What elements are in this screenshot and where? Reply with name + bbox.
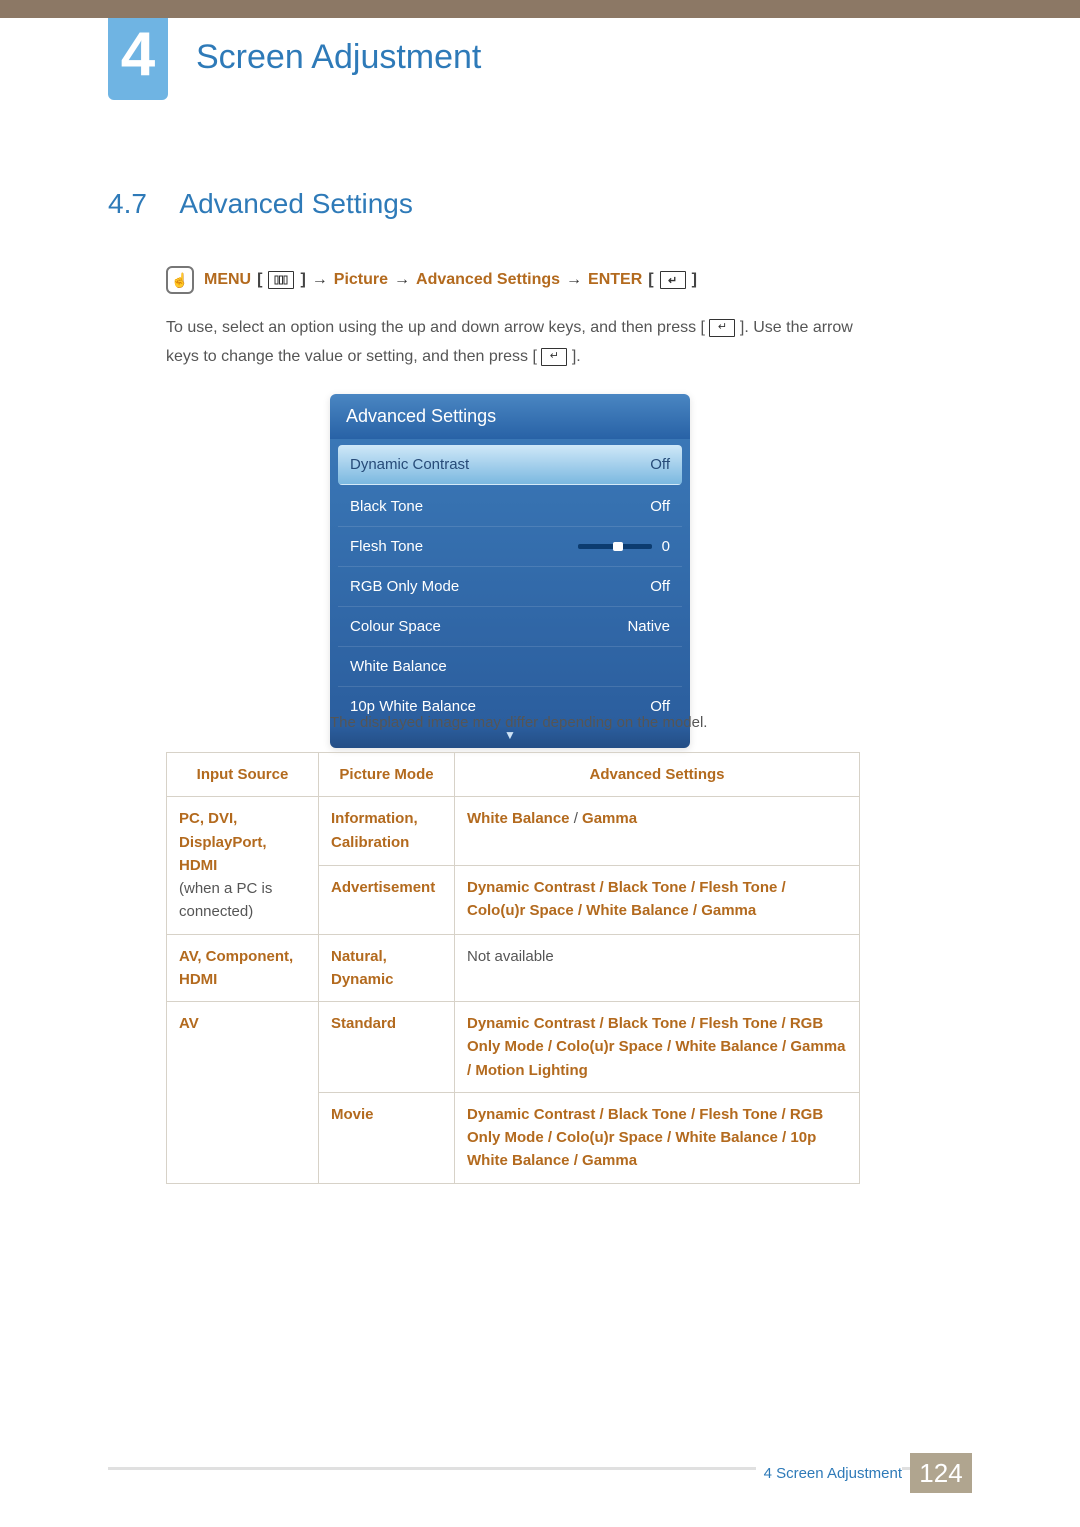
osd-row-value: 0	[662, 538, 670, 555]
slider-icon[interactable]	[578, 544, 652, 549]
pm: Advertisement	[331, 879, 435, 896]
cell-advanced: Not available	[455, 934, 860, 1002]
section-heading: 4.7 Advanced Settings	[108, 188, 413, 220]
th-picture-mode: Picture Mode	[319, 753, 455, 797]
adv-na: Not available	[467, 948, 554, 965]
cell-input-source-pc: PC, DVI, DisplayPort, HDMI (when a PC is…	[167, 797, 319, 934]
instruction-part3: ].	[572, 348, 581, 365]
osd-row-value: Native	[627, 618, 670, 635]
osd-title: Advanced Settings	[330, 394, 690, 439]
table-header-row: Input Source Picture Mode Advanced Setti…	[167, 753, 860, 797]
crumb-picture: Picture	[334, 271, 388, 289]
instruction-text: To use, select an option using the up an…	[166, 314, 860, 372]
cell-input-source-av-comp: AV, Component, HDMI	[167, 934, 319, 1002]
osd-row-value: Off	[650, 456, 670, 473]
arrow-icon: →	[394, 271, 410, 289]
arrow-icon: →	[312, 271, 328, 289]
pm: Information, Calibration	[331, 810, 418, 850]
settings-table: Input Source Picture Mode Advanced Setti…	[166, 752, 860, 1184]
osd-row-black-tone[interactable]: Black Tone Off	[338, 487, 682, 527]
cell-input-source-av: AV	[167, 1002, 319, 1184]
separator: /	[570, 810, 583, 827]
crumb-advanced: Advanced Settings	[416, 271, 560, 289]
top-brown-bar	[0, 0, 1080, 18]
breadcrumb: ☝ MENU [ ] → Picture → Advanced Settings…	[166, 266, 697, 294]
enter-icon: ↵	[541, 348, 567, 366]
bracket-open: [	[257, 271, 262, 289]
table-row: PC, DVI, DisplayPort, HDMI (when a PC is…	[167, 797, 860, 866]
page-number-badge: 124	[910, 1453, 972, 1493]
pm: Movie	[331, 1106, 374, 1123]
src-orange: PC, DVI, DisplayPort, HDMI	[179, 810, 267, 874]
th-advanced-settings: Advanced Settings	[455, 753, 860, 797]
table-row: AV Standard Dynamic Contrast / Black Ton…	[167, 1002, 860, 1093]
table-row: AV, Component, HDMI Natural, Dynamic Not…	[167, 934, 860, 1002]
enter-icon: ↵	[709, 319, 735, 337]
osd-row-value: Off	[650, 498, 670, 515]
cell-picture-mode: Information, Calibration	[319, 797, 455, 866]
cell-picture-mode: Natural, Dynamic	[319, 934, 455, 1002]
osd-row-label: Black Tone	[350, 498, 423, 515]
cell-picture-mode: Movie	[319, 1092, 455, 1183]
osd-body: Dynamic Contrast Off Black Tone Off Fles…	[330, 439, 690, 726]
adv-item: White Balance	[467, 810, 570, 827]
src-grey: (when a PC is connected)	[179, 880, 272, 920]
osd-row-white-balance[interactable]: White Balance	[338, 647, 682, 687]
osd-row-label: Flesh Tone	[350, 538, 423, 555]
chapter-title: Screen Adjustment	[196, 38, 481, 77]
footer-chapter-label: 4 Screen Adjustment	[756, 1465, 902, 1482]
osd-panel: Advanced Settings Dynamic Contrast Off B…	[330, 394, 690, 748]
th-input-source: Input Source	[167, 753, 319, 797]
osd-row-rgb-only-mode[interactable]: RGB Only Mode Off	[338, 567, 682, 607]
instruction-part1: To use, select an option using the up an…	[166, 319, 705, 336]
bracket-open: [	[648, 271, 653, 289]
touch-icon: ☝	[166, 266, 194, 294]
osd-row-label: RGB Only Mode	[350, 578, 459, 595]
adv-item: Gamma	[582, 810, 637, 827]
osd-row-colour-space[interactable]: Colour Space Native	[338, 607, 682, 647]
bracket-close: ]	[692, 271, 697, 289]
cell-advanced: Dynamic Contrast / Black Tone / Flesh To…	[455, 865, 860, 934]
pm: Standard	[331, 1015, 396, 1032]
osd-row-value: Off	[650, 698, 670, 715]
enter-icon: ↵	[660, 271, 686, 289]
page-footer: 4 Screen Adjustment 124	[108, 1453, 972, 1493]
menu-label: MENU	[204, 271, 251, 289]
osd-row-label: Dynamic Contrast	[350, 456, 469, 473]
enter-label: ENTER	[588, 271, 642, 289]
cell-advanced: Dynamic Contrast / Black Tone / Flesh To…	[455, 1092, 860, 1183]
osd-row-flesh-tone[interactable]: Flesh Tone 0	[338, 527, 682, 567]
cell-picture-mode: Advertisement	[319, 865, 455, 934]
cell-advanced: Dynamic Contrast / Black Tone / Flesh To…	[455, 1002, 860, 1093]
arrow-icon: →	[566, 271, 582, 289]
osd-row-value: Off	[650, 578, 670, 595]
section-title: Advanced Settings	[179, 188, 413, 220]
src: AV, Component, HDMI	[179, 948, 293, 988]
src: AV	[179, 1015, 199, 1032]
osd-row-label: White Balance	[350, 658, 447, 675]
menu-icon	[268, 271, 294, 289]
osd-row-label: Colour Space	[350, 618, 441, 635]
osd-disclaimer: The displayed image may differ depending…	[330, 714, 707, 731]
chapter-number-tab: 4	[108, 18, 168, 100]
osd-row-dynamic-contrast[interactable]: Dynamic Contrast Off	[338, 445, 682, 485]
adv-items: Dynamic Contrast / Black Tone / Flesh To…	[467, 879, 786, 919]
cell-picture-mode: Standard	[319, 1002, 455, 1093]
bracket-close: ]	[300, 271, 305, 289]
cell-advanced: White Balance / Gamma	[455, 797, 860, 866]
osd-row-label: 10p White Balance	[350, 698, 476, 715]
adv-items: Dynamic Contrast / Black Tone / Flesh To…	[467, 1106, 823, 1170]
section-number: 4.7	[108, 188, 147, 220]
adv-items: Dynamic Contrast / Black Tone / Flesh To…	[467, 1015, 845, 1079]
pm: Natural, Dynamic	[331, 948, 394, 988]
